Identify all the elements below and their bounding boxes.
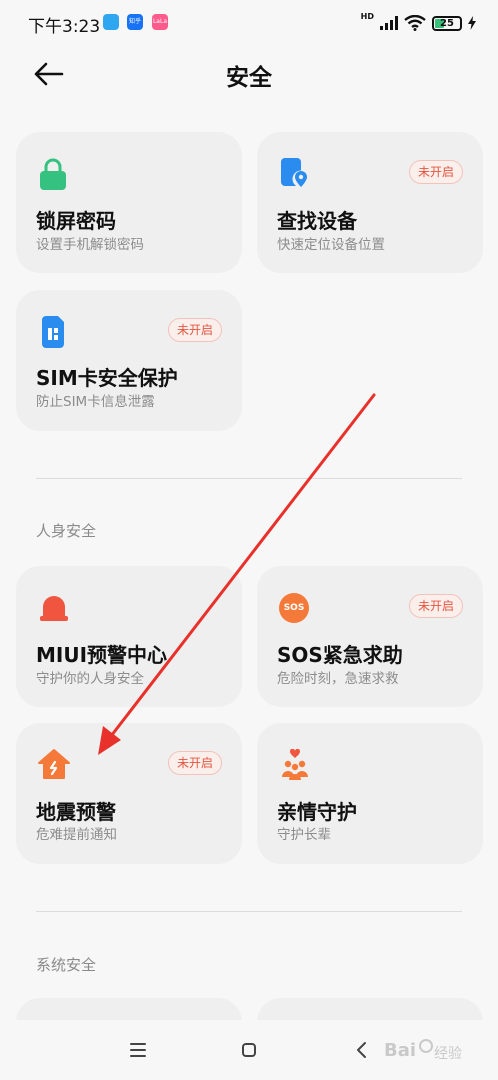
messages-app-icon xyxy=(103,14,119,30)
signal-icon xyxy=(380,16,398,30)
card-subtitle: 守护长辈 xyxy=(277,827,331,843)
home-square-icon xyxy=(242,1043,256,1057)
earthquake-icon xyxy=(38,749,70,781)
card-title: 亲情守护 xyxy=(277,800,357,824)
card-subtitle: 设置手机解锁密码 xyxy=(36,237,144,253)
status-badge: 未开启 xyxy=(408,594,463,618)
watermark-logo: Bai 经验 xyxy=(382,1032,472,1066)
card-title: SIM卡安全保护 xyxy=(36,366,178,390)
card-find-device[interactable]: 未开启 查找设备 快速定位设备位置 xyxy=(257,132,483,273)
card-subtitle: 危险时刻，急速求救 xyxy=(277,671,399,687)
menu-icon xyxy=(130,1043,146,1057)
card-sos-emergency[interactable]: SOS 未开启 SOS紧急求助 危险时刻，急速求救 xyxy=(257,566,483,707)
sim-card-icon xyxy=(38,316,68,348)
card-subtitle: 危难提前通知 xyxy=(36,827,117,843)
lala-app-icon: LaLa xyxy=(152,14,168,30)
svg-text:经验: 经验 xyxy=(434,1046,462,1062)
wifi-icon xyxy=(404,15,426,31)
card-title: 查找设备 xyxy=(277,209,357,233)
status-indicators: HD 25 xyxy=(361,12,476,34)
status-bar: 下午3:23 知乎 LaLa HD 25 xyxy=(0,0,498,46)
card-family-guard[interactable]: 亲情守护 守护长辈 xyxy=(257,723,483,864)
card-subtitle: 快速定位设备位置 xyxy=(277,237,385,253)
status-time: 下午3:23 xyxy=(28,17,101,37)
lock-icon xyxy=(38,158,68,190)
back-nav-button[interactable] xyxy=(350,1038,374,1062)
card-earthquake-warning[interactable]: 未开启 地震预警 危难提前通知 xyxy=(16,723,242,864)
card-title: SOS紧急求助 xyxy=(277,643,403,667)
card-sim-protection[interactable]: 未开启 SIM卡安全保护 防止SIM卡信息泄露 xyxy=(16,290,242,431)
status-badge: 未开启 xyxy=(167,751,222,775)
zhihu-app-icon: 知乎 xyxy=(127,14,143,30)
card-lock-screen-password[interactable]: 锁屏密码 设置手机解锁密码 xyxy=(16,132,242,273)
card-subtitle: 守护你的人身安全 xyxy=(36,671,144,687)
find-device-icon xyxy=(279,158,310,190)
page-title: 安全 xyxy=(226,65,272,91)
svg-text:Bai: Bai xyxy=(384,1040,416,1061)
alarm-icon xyxy=(38,592,68,624)
card-title: MIUI预警中心 xyxy=(36,643,168,667)
family-icon xyxy=(279,748,309,781)
section-label-system-safety: 系统安全 xyxy=(36,956,97,974)
status-badge: 未开启 xyxy=(408,160,463,184)
divider xyxy=(36,911,462,912)
charging-icon xyxy=(468,16,476,30)
home-button[interactable] xyxy=(237,1038,261,1062)
card-title: 锁屏密码 xyxy=(36,209,116,233)
chevron-left-icon xyxy=(357,1042,366,1058)
network-type: HD xyxy=(360,12,374,21)
sos-icon-text: SOS xyxy=(283,603,305,613)
card-title: 地震预警 xyxy=(36,800,116,824)
sos-icon: SOS xyxy=(279,593,309,623)
card-subtitle: 防止SIM卡信息泄露 xyxy=(36,394,155,410)
status-badge: 未开启 xyxy=(167,318,222,342)
menu-button[interactable] xyxy=(126,1038,150,1062)
card-miui-alert-center[interactable]: MIUI预警中心 守护你的人身安全 xyxy=(16,566,242,707)
battery-level: 25 xyxy=(440,17,454,29)
divider xyxy=(36,478,462,479)
section-label-personal-safety: 人身安全 xyxy=(36,522,97,540)
battery-icon: 25 xyxy=(432,15,462,31)
navigation-bar: Bai 经验 xyxy=(0,1020,498,1080)
